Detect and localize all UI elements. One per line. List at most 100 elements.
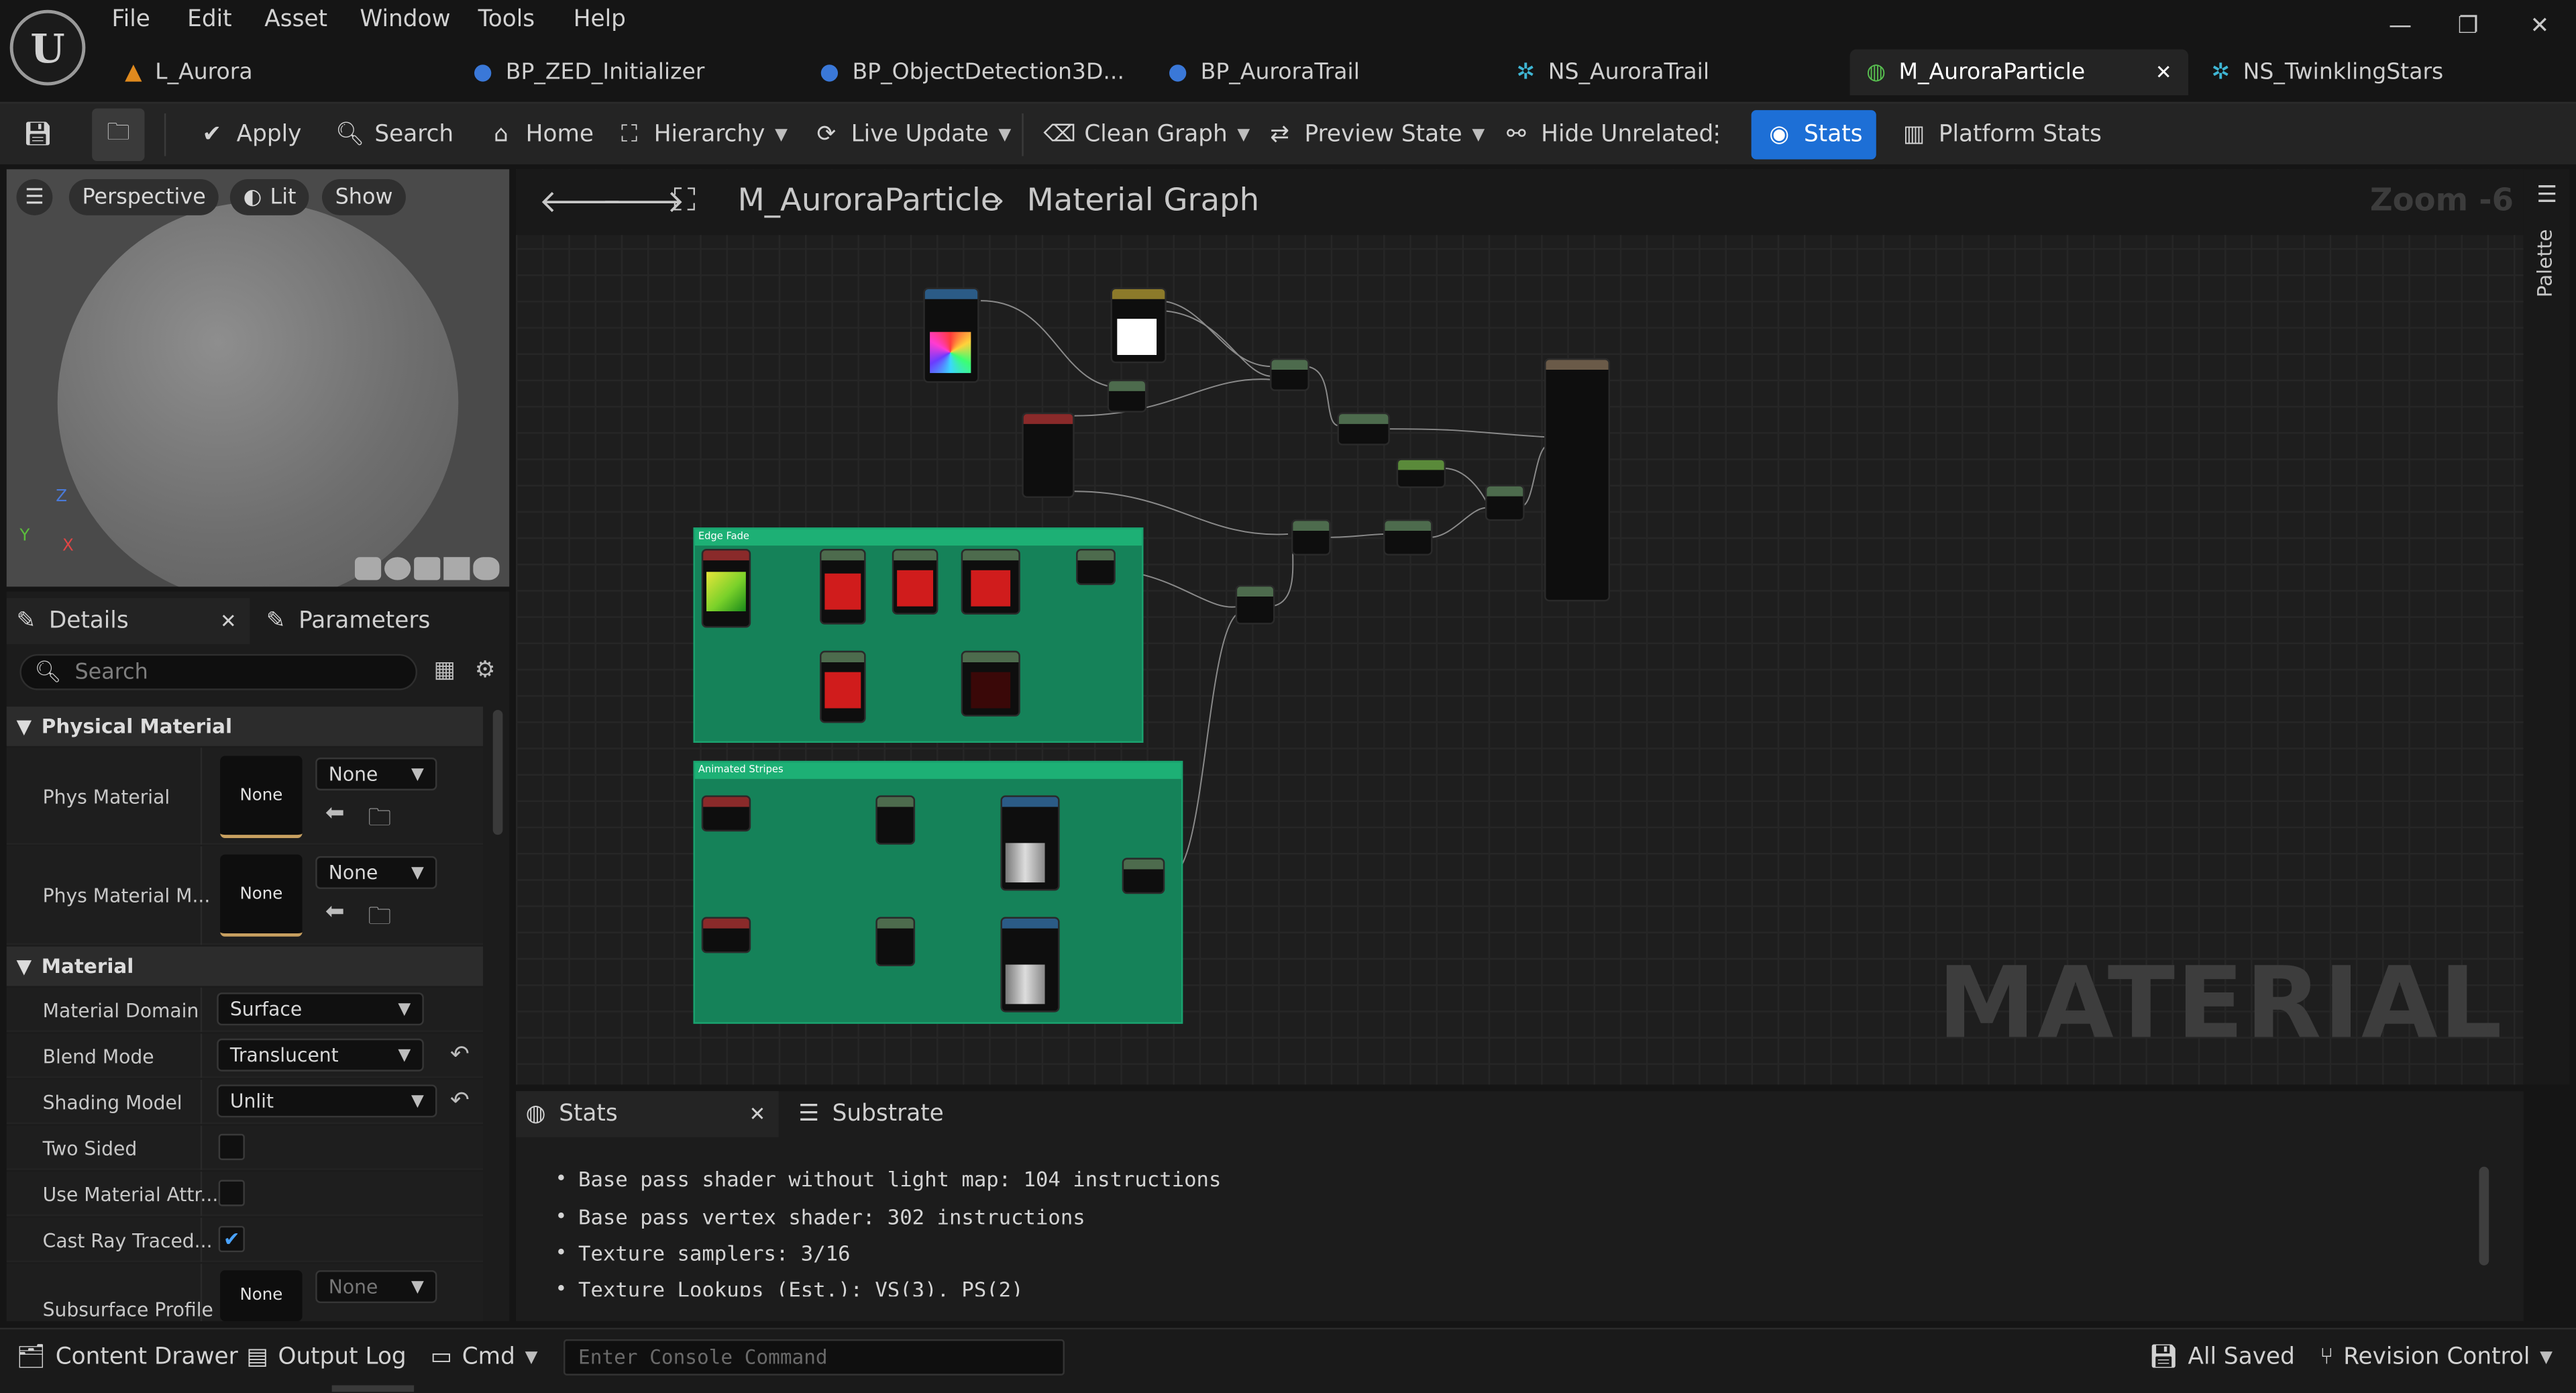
multiply-node[interactable] bbox=[1235, 584, 1275, 625]
browse-button[interactable]: 🗀 bbox=[92, 108, 145, 162]
home-button[interactable]: ⌂ Home bbox=[486, 103, 594, 166]
tab-substrate[interactable]: ☰ Substrate bbox=[798, 1091, 944, 1137]
material-domain-dropdown[interactable]: Surface ▼ bbox=[217, 992, 424, 1026]
multiply-node[interactable] bbox=[1383, 519, 1433, 556]
sphere-icon[interactable] bbox=[384, 557, 411, 580]
blend-mode-dropdown[interactable]: Translucent ▼ bbox=[217, 1038, 424, 1072]
console-command-input[interactable]: Enter Console Command bbox=[564, 1339, 1065, 1376]
tab-ns-auroratrail[interactable]: ✲ NS_AuroraTrail bbox=[1500, 49, 1726, 95]
texture-sample-node[interactable] bbox=[1000, 795, 1060, 891]
subsurface-profile-thumbnail[interactable]: None bbox=[220, 1270, 303, 1321]
subsurface-profile-picker[interactable]: None ▼ bbox=[315, 1270, 437, 1304]
content-drawer-button[interactable]: 🗂︎ Content Drawer bbox=[16, 1329, 237, 1385]
shading-model-dropdown[interactable]: Unlit ▼ bbox=[217, 1084, 437, 1118]
power-node[interactable] bbox=[892, 548, 938, 615]
comment-animated-stripes[interactable]: Animated Stripes bbox=[693, 760, 1183, 1024]
multiply-node[interactable] bbox=[961, 548, 1020, 615]
close-window-icon[interactable]: ✕ bbox=[2530, 13, 2549, 40]
multiply-node[interactable] bbox=[1337, 412, 1390, 446]
lit-button[interactable]: ◐ Lit bbox=[229, 178, 310, 215]
stats-button[interactable]: ◉ Stats bbox=[1751, 110, 1876, 160]
all-saved-button[interactable]: 💾︎ All Saved bbox=[2149, 1329, 2295, 1385]
teapot-icon[interactable] bbox=[473, 557, 500, 580]
gradient-node[interactable] bbox=[701, 548, 751, 628]
apply-button[interactable]: ✔ Apply bbox=[197, 103, 302, 166]
more-options-button[interactable]: ⋮ bbox=[1705, 103, 1728, 166]
browse-asset-icon[interactable]: 🗀 bbox=[368, 899, 391, 939]
live-update-dropdown[interactable]: ⟳ Live Update ▼ bbox=[812, 103, 1011, 166]
restore-icon[interactable]: ❐ bbox=[2458, 13, 2479, 40]
phys-material-mask-picker[interactable]: None ▼ bbox=[315, 856, 437, 889]
show-button[interactable]: Show bbox=[322, 178, 407, 215]
platform-stats-button[interactable]: ▥ Platform Stats bbox=[1899, 103, 2102, 166]
phys-material-thumbnail[interactable]: None bbox=[220, 756, 303, 838]
plane-icon[interactable] bbox=[414, 557, 441, 580]
details-search-input[interactable]: 🔍︎ Search bbox=[19, 654, 418, 690]
scrollbar[interactable] bbox=[2479, 1166, 2489, 1266]
tab-bp-objectdetection3d[interactable]: ● BP_ObjectDetection3D... bbox=[804, 49, 1141, 95]
hierarchy-dropdown[interactable]: ⛶ Hierarchy ▼ bbox=[614, 103, 788, 166]
output-log-button[interactable]: ▤ Output Log bbox=[246, 1329, 406, 1385]
table-view-icon[interactable]: ▦ bbox=[434, 658, 455, 684]
vector-parameter-node[interactable] bbox=[1110, 287, 1167, 364]
close-tab-icon[interactable]: ✕ bbox=[749, 1102, 766, 1125]
close-tab-icon[interactable]: ✕ bbox=[2155, 61, 2172, 84]
texcoord-node[interactable] bbox=[701, 917, 751, 953]
scrollbar[interactable] bbox=[492, 709, 503, 835]
section-material[interactable]: ▼ Material bbox=[6, 946, 484, 986]
multiply-node[interactable] bbox=[1291, 519, 1331, 556]
tab-details[interactable]: ✎ Details ✕ bbox=[6, 598, 250, 645]
panner-node[interactable] bbox=[875, 917, 916, 967]
use-selected-icon[interactable]: ⬅ bbox=[325, 801, 345, 827]
browse-asset-icon[interactable]: 🗀 bbox=[368, 801, 391, 840]
use-material-attr-checkbox[interactable] bbox=[218, 1180, 245, 1206]
multiply-node[interactable] bbox=[1107, 379, 1147, 413]
cast-ray-traced-checkbox[interactable]: ✔ bbox=[218, 1225, 245, 1253]
cylinder-icon[interactable] bbox=[354, 557, 382, 580]
texcoord-node[interactable] bbox=[701, 795, 751, 832]
multiply-node[interactable] bbox=[1076, 548, 1116, 585]
clean-graph-dropdown[interactable]: ⌫ Clean Graph ▼ bbox=[1043, 103, 1250, 166]
palette-tab[interactable]: Palette bbox=[2533, 229, 2556, 297]
section-physical-material[interactable]: ▼ Physical Material bbox=[6, 707, 484, 746]
tab-ns-twinklingstars[interactable]: ✲ NS_TwinklingStars bbox=[2195, 49, 2460, 95]
settings-gear-icon[interactable]: ⚙ bbox=[475, 658, 496, 684]
multiply-node[interactable] bbox=[961, 650, 1020, 717]
menu-window[interactable]: Window bbox=[360, 7, 450, 33]
minimize-icon[interactable]: — bbox=[2389, 13, 2412, 40]
particle-color-node[interactable] bbox=[1022, 412, 1075, 499]
panner-node[interactable] bbox=[875, 795, 916, 845]
one-minus-node[interactable] bbox=[820, 548, 866, 625]
phys-material-mask-thumbnail[interactable]: None bbox=[220, 854, 303, 937]
revision-control-dropdown[interactable]: ⑂ Revision Control ▼ bbox=[2320, 1329, 2553, 1385]
texture-sample-node[interactable] bbox=[923, 287, 979, 383]
use-selected-icon[interactable]: ⬅ bbox=[325, 899, 345, 925]
reset-to-default-icon[interactable]: ↶ bbox=[450, 1042, 470, 1068]
material-graph-canvas[interactable]: 🡐 🡒 ⛶ M_AuroraParticle › Material Graph … bbox=[515, 169, 2524, 1085]
viewport-menu-button[interactable]: ☰ bbox=[16, 178, 53, 215]
texture-sample-node[interactable] bbox=[1000, 917, 1060, 1013]
tab-stats[interactable]: ◍ Stats ✕ bbox=[515, 1091, 779, 1137]
tab-parameters[interactable]: ✎ Parameters bbox=[266, 598, 431, 644]
cmd-dropdown[interactable]: ▭ Cmd ▼ bbox=[431, 1329, 538, 1385]
search-button[interactable]: 🔍︎ Search bbox=[335, 103, 453, 166]
tab-m-auroraparticle[interactable]: ◍ M_AuroraParticle ✕ bbox=[1849, 49, 2189, 96]
multiply-node[interactable] bbox=[1122, 858, 1165, 894]
save-button[interactable]: 💾︎ bbox=[23, 103, 53, 166]
menu-tools[interactable]: Tools bbox=[478, 7, 535, 33]
menu-edit[interactable]: Edit bbox=[187, 7, 231, 33]
multiply-node[interactable] bbox=[1485, 484, 1525, 521]
preview-state-dropdown[interactable]: ⇄ Preview State ▼ bbox=[1265, 103, 1485, 166]
material-preview-viewport[interactable]: ☰ Perspective ◐ Lit Show Z Y X bbox=[6, 169, 510, 587]
cube-icon[interactable] bbox=[443, 557, 470, 580]
tab-bp-zed-initializer[interactable]: ● BP_ZED_Initializer bbox=[457, 49, 721, 95]
unreal-logo-icon[interactable]: U bbox=[9, 9, 86, 86]
close-tab-icon[interactable]: ✕ bbox=[220, 610, 237, 633]
tab-l-aurora[interactable]: ▲ L_Aurora bbox=[109, 49, 270, 95]
menu-help[interactable]: Help bbox=[574, 7, 626, 33]
menu-asset[interactable]: Asset bbox=[264, 7, 327, 33]
perspective-button[interactable]: Perspective bbox=[68, 178, 219, 215]
one-minus-node[interactable] bbox=[820, 650, 866, 723]
comment-edge-fade[interactable]: Edge Fade bbox=[693, 527, 1144, 743]
time-node[interactable] bbox=[1396, 458, 1446, 488]
